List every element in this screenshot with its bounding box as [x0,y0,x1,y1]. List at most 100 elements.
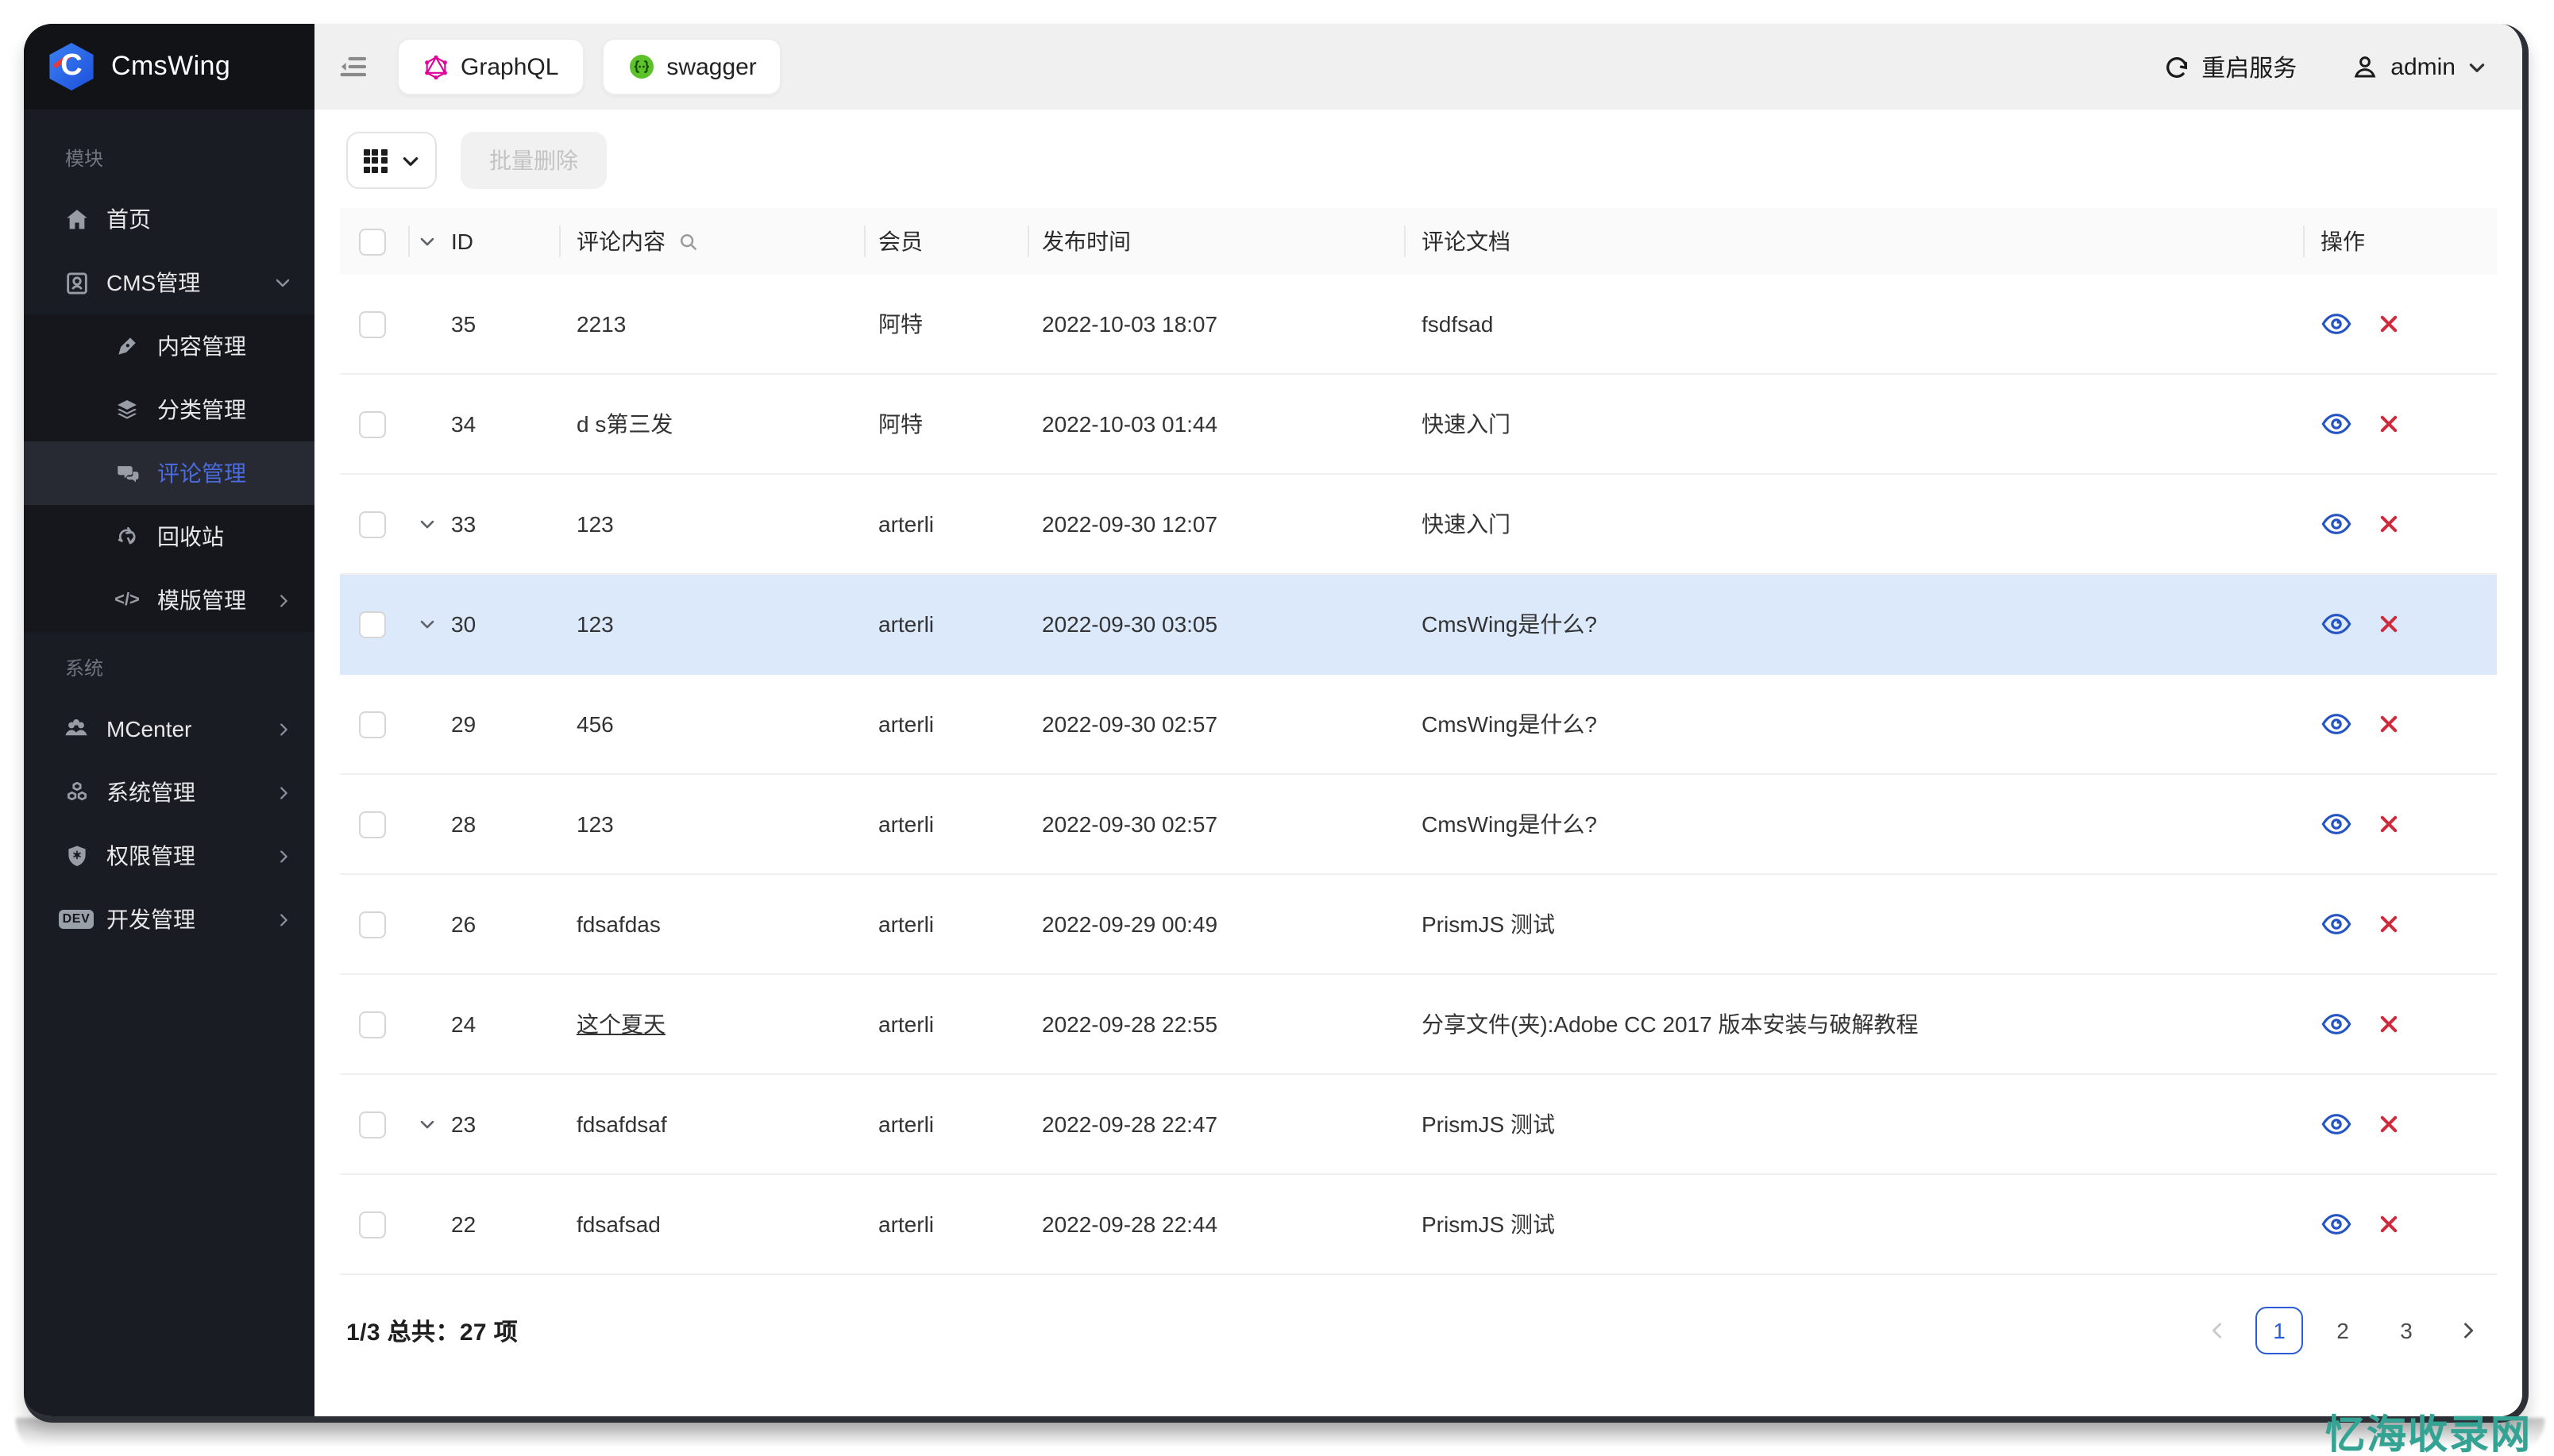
view-icon[interactable] [2321,808,2352,840]
sidebar-item-system-mgmt[interactable]: 系统管理 [24,761,314,824]
row-expander-chevron-icon[interactable] [416,513,451,535]
sidebar-item-mcenter[interactable]: MCenter [24,697,314,761]
chevron-down-icon [399,150,420,171]
row-expander-chevron-icon[interactable] [416,1113,451,1135]
row-checkbox[interactable] [359,1211,386,1238]
sidebar-item-dev-mgmt[interactable]: DEV 开发管理 [24,888,314,951]
expand-all-chevron-icon[interactable] [416,230,451,252]
sidebar-collapse-icon[interactable] [337,51,368,83]
row-comment-content: 123 [577,611,614,637]
delete-icon[interactable] [2378,1013,2400,1035]
row-checkbox[interactable] [359,310,386,337]
sidebar-logo[interactable]: C CmsWing [24,24,314,110]
col-header-content: 评论内容 [577,229,666,254]
row-comment-content: 456 [577,711,614,737]
next-page-icon[interactable] [2446,1308,2490,1353]
delete-icon[interactable] [2378,713,2400,735]
table-row[interactable]: 24 这个夏天 arterli 2022-09-28 22:55 分享文件(夹)… [340,975,2497,1075]
view-icon[interactable] [2321,408,2352,440]
delete-icon[interactable] [2378,313,2400,335]
col-header-actions: 操作 [2321,229,2365,254]
pen-icon [113,332,141,360]
main-area: GraphQL swagger 重启服务 admin 批量删除 ID 评论内容 … [314,24,2522,1416]
row-checkbox[interactable] [359,711,386,738]
refresh-icon [2163,53,2190,80]
row-member: 阿特 [878,411,923,437]
view-icon[interactable] [2321,908,2352,940]
view-icon[interactable] [2321,1008,2352,1040]
row-comment-content[interactable]: 这个夏天 [577,1008,666,1040]
table-row[interactable]: 34 d s第三发 阿特 2022-10-03 01:44 快速入门 [340,375,2497,475]
sidebar-item-permission-mgmt[interactable]: 权限管理 [24,824,314,888]
restart-service-button[interactable]: 重启服务 [2163,50,2297,83]
username: admin [2390,53,2456,80]
sidebar-item-content-mgmt[interactable]: 内容管理 [24,314,314,378]
row-checkbox[interactable] [359,611,386,637]
user-menu[interactable]: admin [2351,52,2487,81]
table-row[interactable]: 28 123 arterli 2022-09-30 02:57 CmsWing是… [340,775,2497,875]
row-checkbox[interactable] [359,1011,386,1038]
window-shadow [16,1418,2544,1453]
delete-icon[interactable] [2378,1113,2400,1135]
row-checkbox[interactable] [359,911,386,938]
row-checkbox[interactable] [359,1111,386,1138]
table-row[interactable]: 35 2213 阿特 2022-10-03 18:07 fsdfsad [340,275,2497,375]
page-button-2[interactable]: 2 [2319,1307,2367,1354]
view-icon[interactable] [2321,708,2352,740]
delete-icon[interactable] [2378,613,2400,635]
row-id: 23 [451,1111,476,1137]
row-doc-title: PrismJS 测试 [1422,1111,1555,1137]
row-comment-content: 2213 [577,311,627,337]
delete-icon[interactable] [2378,913,2400,935]
sidebar-item-template-mgmt[interactable]: </> 模版管理 [24,568,314,632]
view-icon[interactable] [2321,308,2352,340]
table-row[interactable]: 33 123 arterli 2022-09-30 12:07 快速入门 [340,475,2497,575]
graphql-button[interactable]: GraphQL [397,38,584,95]
page-button-1[interactable]: 1 [2255,1307,2303,1354]
delete-icon[interactable] [2378,813,2400,835]
row-member: arterli [878,711,935,737]
sidebar-item-category-mgmt[interactable]: 分类管理 [24,378,314,441]
row-member: arterli [878,811,935,837]
table-row[interactable]: 23 fdsafdsaf arterli 2022-09-28 22:47 Pr… [340,1075,2497,1175]
row-checkbox[interactable] [359,510,386,537]
table-row[interactable]: 30 123 arterli 2022-09-30 03:05 CmsWing是… [340,575,2497,675]
sidebar-item-label: 权限管理 [106,843,195,869]
delete-icon[interactable] [2378,1213,2400,1235]
row-doc-title: CmsWing是什么? [1422,811,1597,837]
column-settings-button[interactable] [346,132,437,189]
view-icon[interactable] [2321,1108,2352,1140]
view-icon[interactable] [2321,608,2352,640]
swagger-button[interactable]: swagger [601,38,782,95]
sidebar-section-modules: 模块 [65,148,104,170]
graphql-icon [422,53,449,80]
row-expander-chevron-icon[interactable] [416,613,451,635]
sidebar-item-comment-mgmt[interactable]: 评论管理 [24,441,314,505]
batch-delete-button[interactable]: 批量删除 [461,132,607,189]
delete-icon[interactable] [2378,513,2400,535]
table-row[interactable]: 26 fdsafdas arterli 2022-09-29 00:49 Pri… [340,875,2497,975]
row-member: arterli [878,511,935,537]
row-checkbox[interactable] [359,410,386,437]
swagger-icon [627,52,655,81]
recycle-icon [113,522,141,551]
view-icon[interactable] [2321,1208,2352,1240]
sidebar-item-cms[interactable]: CMS管理 [24,251,314,314]
grid-icon [363,148,387,172]
table-toolbar: 批量删除 [346,132,2497,189]
row-publish-time: 2022-09-30 02:57 [1042,811,1218,837]
screenshot-stage: C CmsWing 模块 首页 CMS管理 内容管理 分类管理 评论管理 回收站… [0,0,2554,1456]
watermark: 忆海收录网 [2324,1413,2532,1456]
table-row[interactable]: 29 456 arterli 2022-09-30 02:57 CmsWing是… [340,675,2497,775]
sidebar-item-recycle-bin[interactable]: 回收站 [24,505,314,568]
table-row[interactable]: 22 fdsafsad arterli 2022-09-28 22:44 Pri… [340,1175,2497,1275]
row-checkbox[interactable] [359,811,386,838]
page-button-3[interactable]: 3 [2382,1307,2430,1354]
select-all-checkbox[interactable] [359,228,386,255]
row-publish-time: 2022-09-30 03:05 [1042,611,1218,637]
sidebar-item-home[interactable]: 首页 [24,187,314,251]
prev-page-icon[interactable] [2195,1308,2240,1353]
search-icon[interactable] [677,229,700,253]
delete-icon[interactable] [2378,413,2400,435]
view-icon[interactable] [2321,508,2352,540]
